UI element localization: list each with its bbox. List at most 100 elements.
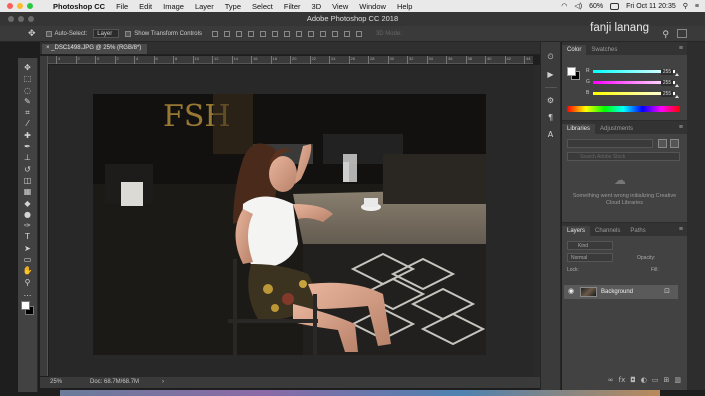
wifi-icon[interactable]: ◠ [561,2,567,10]
crop-tool-icon[interactable]: ⌗ [22,107,34,118]
tab-layers[interactable]: Layers [562,226,591,236]
properties-panel-icon[interactable]: ⚙ [547,96,554,105]
color-spectrum-bar[interactable] [567,106,680,112]
more-tools-icon[interactable]: … [22,288,34,299]
align-vcenter-icon[interactable] [223,30,230,37]
auto-select-checkbox[interactable] [45,30,52,37]
visibility-eye-icon[interactable]: ◉ [568,287,574,295]
tab-swatches[interactable]: Swatches [586,45,622,55]
link-layers-icon[interactable]: ∞ [608,376,614,388]
distribute-right-icon[interactable] [343,30,350,37]
blend-mode-dropdown[interactable]: Normal [567,253,613,262]
history-panel-icon[interactable]: ⏲ [547,52,553,62]
hand-tool-icon[interactable]: ✋ [22,265,34,276]
layers-panel-menu-icon[interactable]: ≡ [679,226,683,233]
menu-type[interactable]: Type [225,2,241,11]
adjustment-layer-icon[interactable]: ◐ [641,376,647,388]
align-hcenter-icon[interactable] [259,30,266,37]
zoom-window-button[interactable] [27,3,33,9]
app-menu[interactable]: Photoshop CC [53,2,105,11]
color-swatches[interactable] [20,301,35,316]
toolbar-foreground-swatch[interactable] [20,301,30,311]
search-icon[interactable]: ⚲ [662,29,669,40]
align-top-icon[interactable] [211,30,218,37]
menu-edit[interactable]: Edit [139,2,152,11]
vertical-ruler[interactable] [40,56,48,376]
layer-kind-filter[interactable]: Kind [567,241,613,250]
menu-view[interactable]: View [332,2,348,11]
menu-filter[interactable]: Filter [284,2,301,11]
mac-dock[interactable] [60,390,660,396]
menu-image[interactable]: Image [163,2,184,11]
red-slider-thumb[interactable] [675,73,679,76]
eraser-tool-icon[interactable]: ◫ [22,175,34,186]
lasso-tool-icon[interactable]: ◌ [22,85,34,96]
align-left-icon[interactable] [247,30,254,37]
blue-channel-value[interactable]: 255 [661,91,673,97]
list-view-icon[interactable] [670,139,679,148]
layer-name[interactable]: Background [601,289,633,295]
status-menu-arrow-icon[interactable]: › [162,379,164,385]
color-panel-menu-icon[interactable]: ≡ [679,45,683,52]
history-brush-tool-icon[interactable]: ↺ [22,164,34,175]
actions-panel-icon[interactable]: ▶ [547,70,553,79]
menu-file[interactable]: File [116,2,128,11]
marquee-tool-icon[interactable]: ⬚ [22,73,34,84]
green-channel-value[interactable]: 255 [661,80,673,86]
library-search-input[interactable]: Search Adobe Stock [567,152,680,161]
distribute-top-icon[interactable] [283,30,290,37]
document-tab[interactable]: × _DSC1498.JPG @ 25% (RGB/8*) [42,44,148,54]
menu-3d[interactable]: 3D [312,2,322,11]
menu-layer[interactable]: Layer [195,2,214,11]
red-channel-value[interactable]: 255 [661,69,673,75]
tab-paths[interactable]: Paths [625,226,650,236]
battery-icon[interactable] [610,2,620,10]
type-tool-icon[interactable]: T [22,231,34,242]
new-group-icon[interactable]: ▭ [652,376,659,388]
clock[interactable]: Fri Oct 11 20:35 [626,3,676,10]
minimize-window-button[interactable] [17,3,23,9]
dodge-tool-icon[interactable]: ● [22,209,34,220]
align-right-icon[interactable] [271,30,278,37]
menu-help[interactable]: Help [397,2,412,11]
workspace-switcher-icon[interactable] [677,29,687,38]
battery-percent[interactable]: 60% [589,3,603,10]
path-select-tool-icon[interactable]: ➤ [22,243,34,254]
tab-adjustments[interactable]: Adjustments [595,124,638,134]
menu-select[interactable]: Select [252,2,273,11]
library-select-dropdown[interactable] [567,139,653,148]
gradient-tool-icon[interactable]: ▦ [22,186,34,197]
new-layer-icon[interactable]: ⊞ [664,376,670,388]
move-tool-preset-icon[interactable]: ✥ [28,28,36,39]
spotlight-icon[interactable]: ⚲ [683,2,688,10]
distribute-hcenter-icon[interactable] [331,30,338,37]
move-tool-icon[interactable]: ✥ [22,62,34,73]
align-bottom-icon[interactable] [235,30,242,37]
green-slider-thumb[interactable] [675,84,679,87]
character-panel-icon[interactable]: A [548,130,553,139]
paragraph-panel-icon[interactable]: ¶ [548,113,553,122]
libraries-panel-menu-icon[interactable]: ≡ [679,124,683,131]
distribute-bottom-icon[interactable] [307,30,314,37]
zoom-tool-icon[interactable]: ⚲ [22,277,34,288]
auto-select-dropdown[interactable]: Layer [93,29,120,38]
zoom-level[interactable]: 25% [50,379,62,385]
menu-window[interactable]: Window [359,2,386,11]
vertical-scrollbar[interactable] [533,65,540,377]
layer-lock-icon[interactable]: ⊡ [664,287,670,295]
distribute-vcenter-icon[interactable] [295,30,302,37]
delete-layer-icon[interactable]: ▥ [674,376,681,388]
document-image[interactable]: FSH [93,94,486,355]
blue-slider-thumb[interactable] [675,95,679,98]
transform-controls-checkbox[interactable] [125,30,132,37]
blur-tool-icon[interactable]: ◆ [22,198,34,209]
pen-tool-icon[interactable]: ✑ [22,220,34,231]
clone-stamp-tool-icon[interactable]: ⊥ [22,152,34,163]
tab-channels[interactable]: Channels [590,226,625,236]
volume-icon[interactable]: ◁) [574,2,582,10]
grid-view-icon[interactable] [658,139,667,148]
horizontal-ruler[interactable]: 4 2 0 2 4 6 8 10 12 14 16 18 20 22 24 26 28 30 32 34 36 38 40 4… [48,56,533,64]
close-window-button[interactable] [7,3,13,9]
auto-align-icon[interactable] [355,30,362,37]
layer-row[interactable]: ◉ Background ⊡ [564,285,678,299]
